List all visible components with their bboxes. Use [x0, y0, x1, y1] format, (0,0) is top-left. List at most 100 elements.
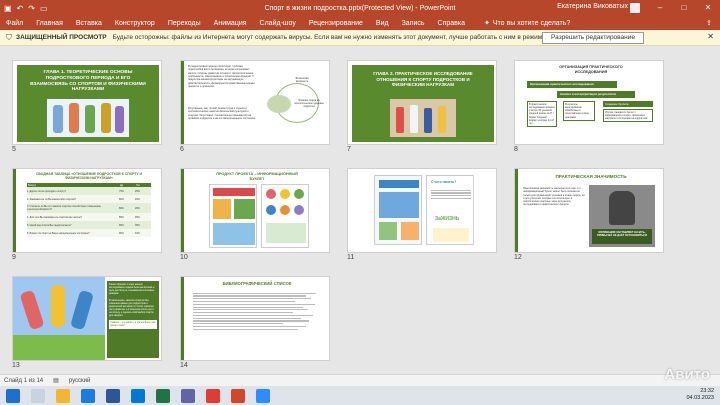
share-icon[interactable]: ⇪ [706, 19, 712, 27]
diagram-box: Анализ и интерпретация результатов [557, 91, 635, 98]
slide-thumbnail-6[interactable]: В подростковый период происходит глубока… [180, 60, 330, 145]
tab-animations[interactable]: Анимация [214, 20, 247, 27]
tell-me-label: Что вы хотите сделать? [492, 19, 571, 27]
excel-icon[interactable] [156, 388, 170, 403]
save-icon[interactable]: ▣ [4, 4, 12, 13]
zoom-icon[interactable] [256, 388, 270, 403]
table-cell: 1. Дорого ли вы проходите спорту? [27, 189, 67, 193]
tab-insert[interactable]: Вставка [76, 20, 102, 27]
clock-time: 23:32 [700, 388, 714, 394]
table-cell: 60% [119, 197, 124, 201]
slide-title: ПРАКТИЧЕСКАЯ ЗНАЧИМОСТЬ [555, 174, 627, 179]
diagram-box: Создание буклета [603, 101, 653, 107]
slide-number: 11 [347, 254, 355, 261]
booklet-page [209, 184, 257, 248]
booklet-heading: С чего начать? [431, 180, 457, 184]
taskbar: 23:32 04.03.2023 [0, 386, 720, 405]
start-icon[interactable] [6, 388, 20, 403]
kids-jumping-image [13, 277, 105, 360]
enable-editing-button[interactable]: Разрешить редактирование [542, 32, 644, 44]
slide-text: В заключение, занятия спортом без сомнен… [109, 298, 155, 318]
user-name[interactable]: Екатерина Виковатых [557, 3, 628, 10]
slide-number: 10 [180, 254, 188, 261]
table-row: 5. Какой вид спорта Вы предпочитаете? 65… [27, 221, 151, 230]
athlete-photo: МОТИВАЦИЯ ЗАСТАВЛЯЕТ НАЧАТЬ, ПРИВЫЧКА НЕ… [589, 185, 655, 247]
slide-title: СВОДНАЯ ТАБЛИЦА «ОТНОШЕНИЕ ПОДРОСТКОВ К … [35, 172, 143, 181]
slideshow-icon[interactable]: ▭ [40, 4, 48, 13]
slide-thumbnail-11[interactable]: С чего начать? ЗаЖИЗНЬ [347, 168, 497, 253]
opera-icon[interactable] [206, 388, 220, 403]
slide-thumbnail-5[interactable]: ГЛАВА 1. ТЕОРЕТИЧЕСКИЕ ОСНОВЫ ПОДРОСТКОВ… [12, 60, 162, 145]
slide-thumbnail-7[interactable]: ГЛАВА 2. ПРАКТИЧЕСКОЕ ИССЛЕДОВАНИЕ ОТНОШ… [347, 60, 497, 145]
mail-icon[interactable] [131, 388, 145, 403]
slide-title: ГЛАВА 2. ПРАКТИЧЕСКОЕ ИССЛЕДОВАНИЕ ОТНОШ… [373, 71, 473, 87]
word-icon[interactable] [106, 388, 120, 403]
close-icon[interactable]: ✕ [707, 32, 714, 41]
table-cell: 25% [135, 189, 140, 193]
table-cell: 75% [119, 189, 124, 193]
tab-view[interactable]: Вид [376, 20, 389, 27]
table-cell: 3. Считаете ли Вы что занятия спортом сп… [27, 205, 101, 212]
tab-slideshow[interactable]: Слайд-шоу [260, 20, 296, 27]
close-button[interactable]: ✕ [696, 0, 720, 16]
slide-number: 7 [347, 146, 351, 153]
tab-help[interactable]: Справка [438, 20, 465, 27]
booklet-page [374, 175, 422, 245]
slide-sorter: ГЛАВА 1. ТЕОРЕТИЧЕСКИЕ ОСНОВЫ ПОДРОСТКОВ… [0, 46, 720, 374]
diagram-box: Организация практического исследования [527, 81, 617, 88]
system-tray[interactable]: 23:32 04.03.2023 [686, 388, 714, 402]
tab-record[interactable]: Запись [402, 20, 425, 27]
table-row: 4. Для чего Вы занимаетесь спортом вне ш… [27, 213, 151, 222]
slide-text: В подростковый период происходит глубока… [188, 65, 256, 89]
tab-transitions[interactable]: Переходы [168, 20, 201, 27]
diagram-label: Физическая активность [295, 77, 309, 84]
slide-thumbnail-10[interactable]: ПРОДУКТ ПРОЕКТА – ИНФОРМАЦИОННЫЙ БУКЛЕТ [180, 168, 330, 253]
table-cell: 40% [135, 197, 140, 201]
tab-design[interactable]: Конструктор [115, 20, 155, 27]
title-bar: ▣ ↶ ↷ ▭ Спорт в жизни подростка.pptx(Pro… [0, 0, 720, 16]
teams-icon[interactable] [181, 388, 195, 403]
tell-me-search[interactable]: ✦ Что вы хотите сделать? [484, 19, 571, 28]
table-cell: 35% [135, 223, 140, 227]
diagram-label: Влияние спорта на психологическое здоров… [294, 99, 324, 109]
shield-icon: ⛉ [6, 32, 12, 42]
diagram-text: В практическом исследовании приняли учас… [527, 101, 557, 127]
undo-icon[interactable]: ↶ [17, 4, 24, 13]
diagram-text: Результаты анкетирования обработаны и пр… [563, 101, 595, 121]
search-icon[interactable] [31, 388, 45, 403]
survey-table: Вопрос Да Нет 1. Дорого ли вы проходите … [27, 183, 151, 238]
table-cell: 55% [119, 215, 124, 219]
slide-title: ПРОДУКТ ПРОЕКТА – ИНФОРМАЦИОННЫЙ БУКЛЕТ [216, 172, 298, 181]
minimize-button[interactable]: – [648, 0, 672, 16]
tab-file[interactable]: Файл [6, 20, 23, 27]
slide-thumbnail-9[interactable]: СВОДНАЯ ТАБЛИЦА «ОТНОШЕНИЕ ПОДРОСТКОВ К … [12, 168, 162, 253]
lightbulb-icon: ✦ [484, 20, 490, 27]
diagram-text: Итогом становится буклет с информацией о… [603, 109, 653, 123]
table-cell: 20% [135, 206, 140, 210]
tab-review[interactable]: Рецензирование [309, 20, 363, 27]
table-row: 2. Занимаетесь ли Вы каким-либо спортом?… [27, 195, 151, 204]
slide-thumbnail-12[interactable]: ПРАКТИЧЕСКАЯ ЗНАЧИМОСТЬ Практическая зна… [514, 168, 664, 253]
slide-counter: Слайд 1 из 14 [4, 377, 44, 384]
avatar[interactable] [630, 3, 640, 13]
slide-thumbnail-8[interactable]: ОРГАНИЗАЦИЯ ПРАКТИЧЕСКОГО ИССЛЕДОВАНИЯ О… [514, 60, 664, 145]
slide-text: Главное – это начать, а дальнейшее уже п… [109, 320, 157, 329]
edge-icon[interactable] [81, 388, 95, 403]
slide-number: 5 [12, 146, 16, 153]
redo-icon[interactable]: ↷ [28, 4, 35, 13]
quick-access-toolbar: ▣ ↶ ↷ ▭ [0, 4, 48, 13]
file-explorer-icon[interactable] [56, 388, 70, 403]
slide-text: Таким образом, в ходе нашего исследовани… [109, 283, 155, 296]
slide-thumbnail-14[interactable]: БИБЛИОГРАФИЧЕСКИЙ СПИСОК [180, 276, 330, 361]
tab-home[interactable]: Главная [36, 20, 63, 27]
conclusion-panel: Таким образом, в ходе нашего исследовани… [107, 281, 159, 358]
booklet-logo: ЗаЖИЗНЬ [435, 216, 460, 222]
powerpoint-icon[interactable] [231, 388, 245, 403]
table-row: 1. Дорого ли вы проходите спорту? 75% 25… [27, 187, 151, 196]
spellcheck-icon[interactable]: ▤ [53, 377, 59, 384]
slide-number: 9 [12, 254, 16, 261]
slide-thumbnail-13[interactable]: Таким образом, в ходе нашего исследовани… [12, 276, 162, 361]
language-indicator[interactable]: русский [69, 378, 91, 384]
slide-number: 13 [12, 362, 20, 369]
maximize-button[interactable]: □ [672, 0, 696, 16]
